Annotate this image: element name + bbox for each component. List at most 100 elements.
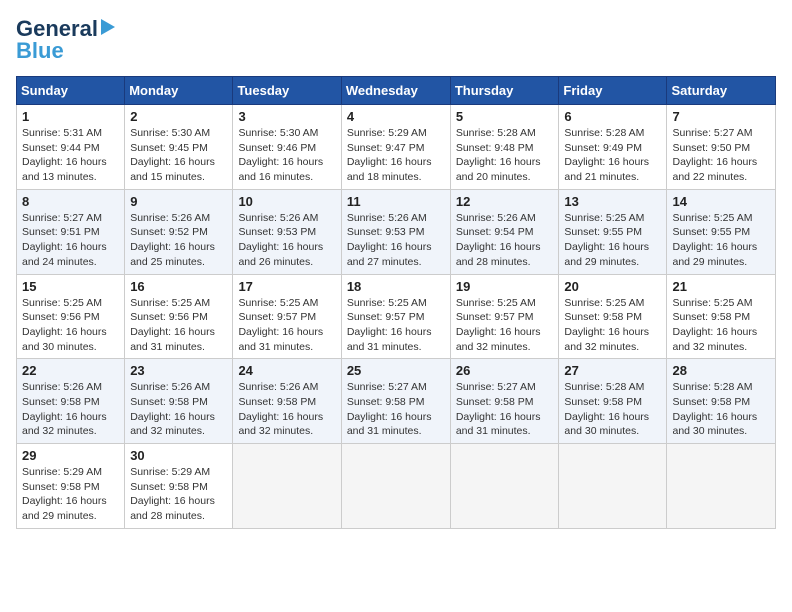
day-info: Sunrise: 5:25 AMSunset: 9:58 PMDaylight:… [672,297,757,353]
calendar-cell: 27 Sunrise: 5:28 AMSunset: 9:58 PMDaylig… [559,359,667,444]
calendar-cell [667,444,776,529]
day-number: 20 [564,279,661,294]
calendar-cell: 4 Sunrise: 5:29 AMSunset: 9:47 PMDayligh… [341,105,450,190]
day-number: 17 [238,279,335,294]
calendar-cell: 1 Sunrise: 5:31 AMSunset: 9:44 PMDayligh… [17,105,125,190]
calendar-week-row: 15 Sunrise: 5:25 AMSunset: 9:56 PMDaylig… [17,274,776,359]
calendar-cell: 11 Sunrise: 5:26 AMSunset: 9:53 PMDaylig… [341,189,450,274]
calendar-week-row: 8 Sunrise: 5:27 AMSunset: 9:51 PMDayligh… [17,189,776,274]
day-info: Sunrise: 5:26 AMSunset: 9:58 PMDaylight:… [238,381,323,437]
day-number: 23 [130,363,227,378]
day-number: 4 [347,109,445,124]
day-info: Sunrise: 5:25 AMSunset: 9:57 PMDaylight:… [456,297,541,353]
day-info: Sunrise: 5:28 AMSunset: 9:58 PMDaylight:… [564,381,649,437]
logo-arrow-icon [101,19,115,35]
calendar-cell: 2 Sunrise: 5:30 AMSunset: 9:45 PMDayligh… [125,105,233,190]
calendar-header-row: SundayMondayTuesdayWednesdayThursdayFrid… [17,77,776,105]
day-info: Sunrise: 5:26 AMSunset: 9:54 PMDaylight:… [456,212,541,268]
calendar-cell: 30 Sunrise: 5:29 AMSunset: 9:58 PMDaylig… [125,444,233,529]
day-info: Sunrise: 5:30 AMSunset: 9:45 PMDaylight:… [130,127,215,183]
calendar-cell [341,444,450,529]
day-info: Sunrise: 5:29 AMSunset: 9:58 PMDaylight:… [130,466,215,522]
day-number: 2 [130,109,227,124]
day-info: Sunrise: 5:25 AMSunset: 9:56 PMDaylight:… [130,297,215,353]
calendar-cell: 7 Sunrise: 5:27 AMSunset: 9:50 PMDayligh… [667,105,776,190]
calendar-cell: 23 Sunrise: 5:26 AMSunset: 9:58 PMDaylig… [125,359,233,444]
day-number: 9 [130,194,227,209]
calendar-cell: 26 Sunrise: 5:27 AMSunset: 9:58 PMDaylig… [450,359,559,444]
logo-blue: Blue [16,38,64,64]
day-number: 6 [564,109,661,124]
calendar-cell: 3 Sunrise: 5:30 AMSunset: 9:46 PMDayligh… [233,105,341,190]
calendar-cell: 15 Sunrise: 5:25 AMSunset: 9:56 PMDaylig… [17,274,125,359]
day-number: 26 [456,363,554,378]
day-number: 13 [564,194,661,209]
calendar-cell: 9 Sunrise: 5:26 AMSunset: 9:52 PMDayligh… [125,189,233,274]
day-info: Sunrise: 5:26 AMSunset: 9:58 PMDaylight:… [130,381,215,437]
day-number: 8 [22,194,119,209]
day-info: Sunrise: 5:25 AMSunset: 9:55 PMDaylight:… [564,212,649,268]
calendar-cell [559,444,667,529]
calendar-cell: 18 Sunrise: 5:25 AMSunset: 9:57 PMDaylig… [341,274,450,359]
day-number: 21 [672,279,770,294]
day-info: Sunrise: 5:28 AMSunset: 9:58 PMDaylight:… [672,381,757,437]
day-info: Sunrise: 5:25 AMSunset: 9:55 PMDaylight:… [672,212,757,268]
day-number: 1 [22,109,119,124]
calendar-cell: 25 Sunrise: 5:27 AMSunset: 9:58 PMDaylig… [341,359,450,444]
col-header-thursday: Thursday [450,77,559,105]
calendar-cell: 5 Sunrise: 5:28 AMSunset: 9:48 PMDayligh… [450,105,559,190]
calendar-cell: 24 Sunrise: 5:26 AMSunset: 9:58 PMDaylig… [233,359,341,444]
day-number: 28 [672,363,770,378]
day-info: Sunrise: 5:27 AMSunset: 9:50 PMDaylight:… [672,127,757,183]
logo: General Blue [16,16,115,64]
day-info: Sunrise: 5:27 AMSunset: 9:58 PMDaylight:… [456,381,541,437]
day-info: Sunrise: 5:28 AMSunset: 9:48 PMDaylight:… [456,127,541,183]
day-number: 14 [672,194,770,209]
day-info: Sunrise: 5:26 AMSunset: 9:52 PMDaylight:… [130,212,215,268]
calendar-cell [450,444,559,529]
day-info: Sunrise: 5:25 AMSunset: 9:56 PMDaylight:… [22,297,107,353]
day-number: 30 [130,448,227,463]
day-info: Sunrise: 5:26 AMSunset: 9:58 PMDaylight:… [22,381,107,437]
day-number: 3 [238,109,335,124]
calendar-cell: 19 Sunrise: 5:25 AMSunset: 9:57 PMDaylig… [450,274,559,359]
day-info: Sunrise: 5:25 AMSunset: 9:57 PMDaylight:… [238,297,323,353]
col-header-monday: Monday [125,77,233,105]
day-number: 29 [22,448,119,463]
day-info: Sunrise: 5:25 AMSunset: 9:58 PMDaylight:… [564,297,649,353]
col-header-friday: Friday [559,77,667,105]
day-number: 7 [672,109,770,124]
day-number: 24 [238,363,335,378]
calendar-cell: 16 Sunrise: 5:25 AMSunset: 9:56 PMDaylig… [125,274,233,359]
day-info: Sunrise: 5:27 AMSunset: 9:51 PMDaylight:… [22,212,107,268]
day-info: Sunrise: 5:25 AMSunset: 9:57 PMDaylight:… [347,297,432,353]
calendar-cell: 8 Sunrise: 5:27 AMSunset: 9:51 PMDayligh… [17,189,125,274]
day-number: 16 [130,279,227,294]
day-info: Sunrise: 5:28 AMSunset: 9:49 PMDaylight:… [564,127,649,183]
day-info: Sunrise: 5:31 AMSunset: 9:44 PMDaylight:… [22,127,107,183]
calendar-cell: 21 Sunrise: 5:25 AMSunset: 9:58 PMDaylig… [667,274,776,359]
col-header-sunday: Sunday [17,77,125,105]
calendar-cell: 6 Sunrise: 5:28 AMSunset: 9:49 PMDayligh… [559,105,667,190]
calendar-cell: 13 Sunrise: 5:25 AMSunset: 9:55 PMDaylig… [559,189,667,274]
day-number: 11 [347,194,445,209]
day-info: Sunrise: 5:26 AMSunset: 9:53 PMDaylight:… [347,212,432,268]
day-info: Sunrise: 5:29 AMSunset: 9:47 PMDaylight:… [347,127,432,183]
day-number: 12 [456,194,554,209]
day-info: Sunrise: 5:26 AMSunset: 9:53 PMDaylight:… [238,212,323,268]
day-info: Sunrise: 5:30 AMSunset: 9:46 PMDaylight:… [238,127,323,183]
calendar-table: SundayMondayTuesdayWednesdayThursdayFrid… [16,76,776,529]
col-header-tuesday: Tuesday [233,77,341,105]
calendar-cell: 22 Sunrise: 5:26 AMSunset: 9:58 PMDaylig… [17,359,125,444]
calendar-cell: 20 Sunrise: 5:25 AMSunset: 9:58 PMDaylig… [559,274,667,359]
day-number: 15 [22,279,119,294]
day-number: 27 [564,363,661,378]
day-number: 18 [347,279,445,294]
day-number: 10 [238,194,335,209]
day-number: 25 [347,363,445,378]
day-number: 5 [456,109,554,124]
col-header-saturday: Saturday [667,77,776,105]
calendar-cell: 12 Sunrise: 5:26 AMSunset: 9:54 PMDaylig… [450,189,559,274]
day-info: Sunrise: 5:29 AMSunset: 9:58 PMDaylight:… [22,466,107,522]
day-number: 22 [22,363,119,378]
